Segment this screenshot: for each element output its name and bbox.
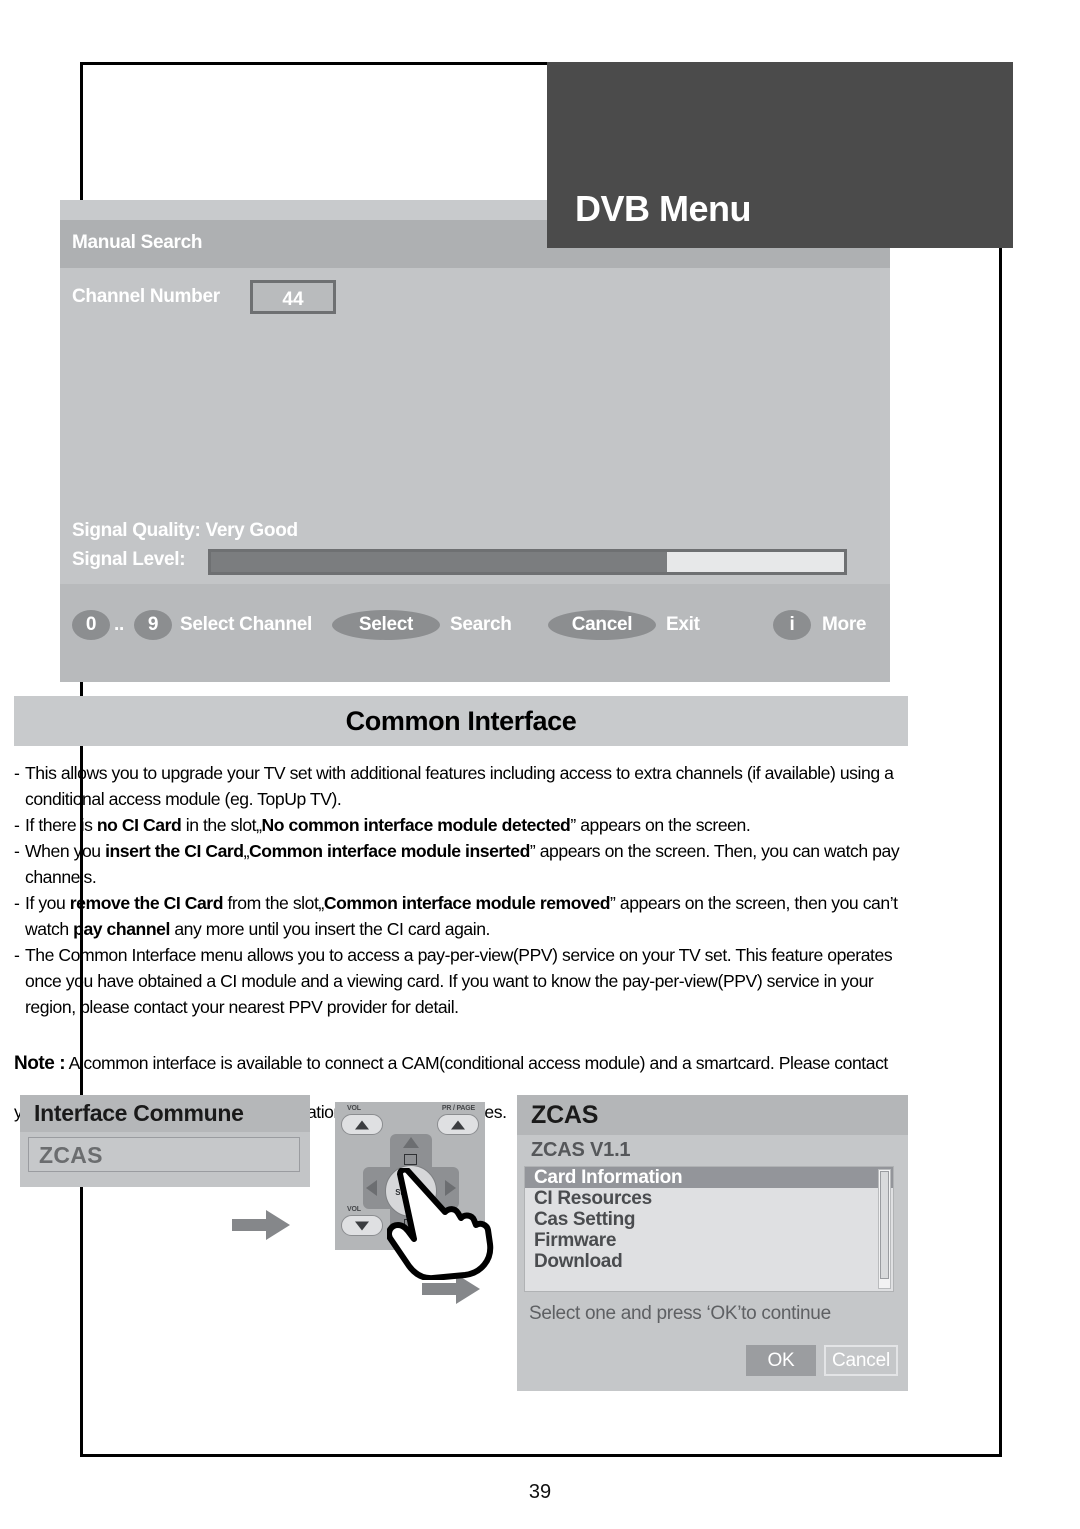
zcas-menu-item[interactable]: Cas Setting <box>525 1209 893 1230</box>
dvb-menu-banner: DVB Menu <box>547 62 1013 248</box>
zcas-ok-button[interactable]: OK <box>746 1345 816 1376</box>
zcas-dialog: ZCAS ZCAS V1.1 Card Information CI Resour… <box>517 1095 908 1391</box>
zcas-hint-text: Select one and press ‘OK’to continue <box>529 1303 831 1324</box>
remote-control-illustration: VOL PR / PAGE VOL OK/SELECT <box>335 1090 495 1280</box>
zcas-version-label: ZCAS V1.1 <box>531 1139 631 1161</box>
page-title: DVB Menu <box>575 188 752 229</box>
pr-page-caption: PR / PAGE <box>441 1105 475 1112</box>
zcas-dialog-title: ZCAS <box>531 1101 599 1129</box>
interface-commune-panel: Interface Commune ZCAS <box>20 1095 310 1187</box>
zcas-dialog-header: ZCAS <box>517 1095 908 1135</box>
dpad-up-arrow-icon[interactable] <box>403 1137 419 1148</box>
interface-commune-title: Interface Commune <box>34 1100 244 1126</box>
pr-page-up-button[interactable] <box>437 1114 479 1135</box>
zcas-scrollbar[interactable] <box>878 1169 891 1289</box>
zcas-menu-item[interactable]: Firmware <box>525 1230 893 1251</box>
zcas-menu-item[interactable]: Download <box>525 1251 893 1272</box>
vol-up-button[interactable] <box>341 1114 383 1135</box>
zcas-scrollbar-thumb[interactable] <box>880 1171 889 1279</box>
interface-commune-field-value: ZCAS <box>39 1142 103 1168</box>
zcas-menu-list[interactable]: Card Information CI Resources Cas Setting F… <box>524 1166 894 1292</box>
zcas-cancel-button[interactable]: Cancel <box>824 1345 898 1376</box>
zcas-menu-item[interactable]: CI Resources <box>525 1188 893 1209</box>
interface-commune-header: Interface Commune <box>20 1095 310 1132</box>
vol-up-caption: VOL <box>347 1105 361 1112</box>
interface-commune-field[interactable]: ZCAS <box>28 1137 300 1172</box>
vol-down-caption: VOL <box>347 1206 361 1213</box>
pointing-hand-icon <box>387 1168 494 1280</box>
arrow-right-icon-1 <box>232 1210 290 1240</box>
zcas-menu-item[interactable]: Card Information <box>525 1167 893 1188</box>
page-number: 39 <box>528 1481 552 1503</box>
list-up-icon <box>404 1154 417 1165</box>
dpad-left-arrow-icon[interactable] <box>366 1180 377 1196</box>
